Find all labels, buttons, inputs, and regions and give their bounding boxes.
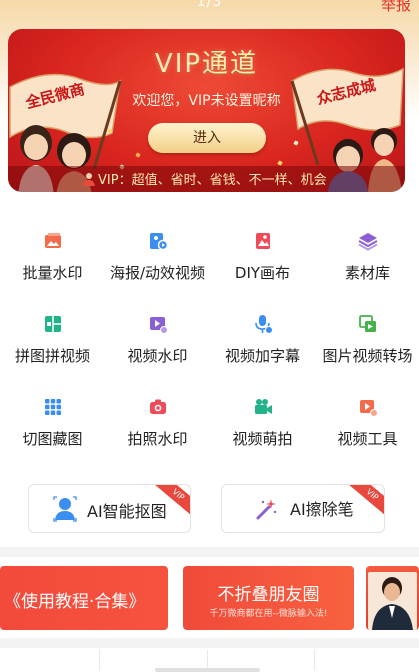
tool-video-watermark[interactable]: 视频水印 [105, 308, 210, 378]
tool-video-cute-shot[interactable]: 视频萌拍 [210, 391, 315, 461]
tool-photo-watermark[interactable]: 拍照水印 [105, 391, 210, 461]
tool-slice-hide-image[interactable]: 切图藏图 [0, 391, 105, 461]
ai-eraser-button[interactable]: AI擦除笔 VIP [221, 484, 385, 533]
top-bar: 1/3 举报 [0, 0, 419, 14]
confetti [135, 152, 141, 158]
video-watermark-icon [150, 317, 168, 334]
tab-separator [207, 650, 208, 670]
magic-wand-icon [256, 499, 277, 520]
vip-banner[interactable]: 全民微商 众志成城 VIP通道 欢迎您，VIP未设置昵称 进入 VIP：超值、省… [8, 29, 405, 192]
promo-text: 《使用教程·合集》 [4, 592, 146, 612]
tool-poster-video[interactable]: 海报/动效视频 [105, 225, 210, 295]
tutorial-collection-banner[interactable]: 《使用教程·合集》 [0, 566, 168, 630]
tool-label: 视频工具 [337, 430, 398, 448]
tool-diy-canvas[interactable]: DIY画布 [210, 225, 315, 295]
tool-image-video-transition[interactable]: 图片视频转场 [315, 308, 419, 378]
vip-title: VIP通道 [154, 49, 259, 79]
page-indicator: 1/3 [196, 0, 223, 10]
tool-video-tools[interactable]: 视频工具 [315, 391, 419, 461]
no-fold-moments-banner[interactable]: 不折叠朋友圈 千万微商都在用--微脉输入法! [183, 566, 354, 630]
poster-video-icon [150, 233, 168, 251]
tool-batch-watermark[interactable]: 批量水印 [0, 225, 105, 295]
canvas-icon [256, 233, 270, 249]
confetti [277, 160, 283, 166]
speaker-promo-banner[interactable] [366, 566, 419, 630]
home-indicator [155, 668, 260, 672]
vip-slogan: VIP：超值、省时、省钱、不一样、机会 [98, 173, 327, 188]
camera-icon [150, 399, 166, 414]
tool-material-library[interactable]: 素材库 [315, 225, 419, 295]
layers-icon [358, 233, 378, 251]
video-tool-icon [360, 400, 378, 417]
tool-label: 素材库 [344, 264, 390, 282]
vip-enter-button[interactable]: 进入 [148, 123, 266, 153]
video-camera-icon [255, 399, 272, 414]
image-batch-icon [45, 233, 61, 248]
ai-button-label: AI智能抠图 [87, 502, 167, 521]
report-link[interactable]: 举报 [381, 0, 411, 15]
person-cutout-icon [53, 496, 77, 522]
ai-smart-cutout-button[interactable]: AI智能抠图 VIP [28, 484, 191, 533]
tool-collage-video[interactable]: 拼图拼视频 [0, 308, 105, 378]
promo-text: 不折叠朋友圈 [217, 585, 320, 605]
promo-subtext: 千万微商都在用--微脉输入法! [209, 609, 328, 619]
ai-button-label: AI擦除笔 [290, 500, 354, 519]
transition-icon [359, 315, 376, 332]
vip-welcome-text: 欢迎您，VIP未设置昵称 [132, 93, 281, 109]
microphone-icon [255, 315, 273, 334]
collage-icon [45, 316, 61, 332]
tab-separator [314, 650, 315, 670]
grid-icon [45, 399, 61, 415]
presenter-photo [368, 572, 417, 630]
tool-label: 图片视频转场 [322, 347, 413, 365]
tool-video-subtitles[interactable]: 视频加字幕 [210, 308, 315, 378]
bottom-divider [0, 638, 419, 648]
section-divider [0, 547, 419, 557]
person-icon [83, 173, 95, 186]
tab-separator [99, 650, 100, 670]
